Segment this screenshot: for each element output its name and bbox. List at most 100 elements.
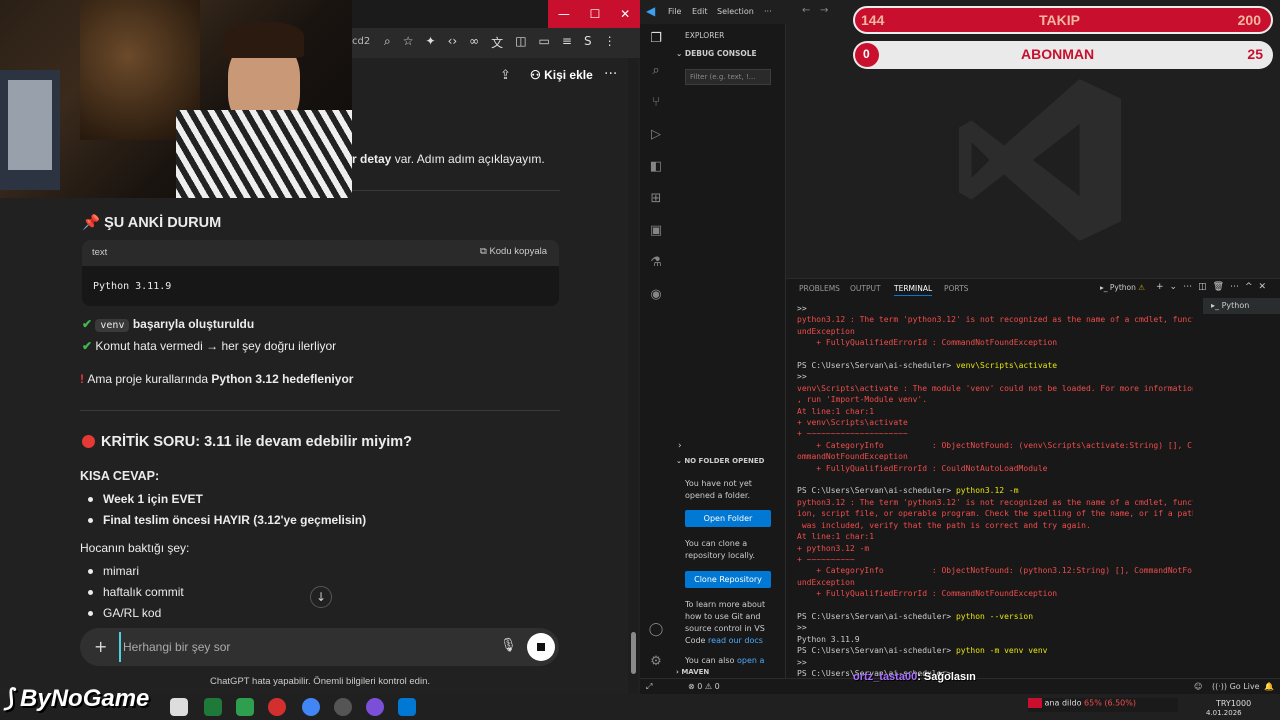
opera-icon[interactable] xyxy=(268,698,286,716)
cast-icon[interactable]: ▭ xyxy=(539,34,550,51)
chrome-icon[interactable] xyxy=(302,698,320,716)
warning-icon: ⚠ xyxy=(1135,283,1146,292)
search-icon[interactable]: ⌕ xyxy=(384,34,391,51)
inline-code: venv xyxy=(95,319,130,332)
open-a-link[interactable]: open a xyxy=(737,656,764,665)
date: 4.01.2026 xyxy=(1206,709,1242,717)
composer: + Herhangi bir şey sor 🎙 xyxy=(80,628,559,666)
tab-ports[interactable]: PORTS xyxy=(944,284,968,293)
star-icon[interactable]: ☆ xyxy=(403,34,414,51)
code-icon[interactable]: ‹› xyxy=(448,34,458,51)
store-icon[interactable] xyxy=(236,698,254,716)
chevron-right-icon[interactable]: › xyxy=(678,441,682,451)
check-icon: ✔ xyxy=(82,339,96,353)
filter-input[interactable]: Filter (e.g. text, !... xyxy=(685,69,771,85)
check-item: ✔ Komut hata vermedi → her şey doğru ile… xyxy=(82,339,337,353)
forward-icon[interactable]: → xyxy=(820,5,828,16)
vscode-watermark-icon xyxy=(959,79,1121,241)
terminal-list-item[interactable]: ▸_ Python xyxy=(1203,298,1280,314)
menu-file[interactable]: File xyxy=(668,7,681,16)
tab-problems[interactable]: PROBLEMS xyxy=(799,284,840,293)
menu-more[interactable]: ··· xyxy=(764,7,772,16)
copilot-icon[interactable]: ☺ xyxy=(1194,682,1202,691)
maximize-icon[interactable]: ☐ xyxy=(590,7,601,21)
also-text: You can also open a xyxy=(685,656,765,665)
search-taskbar-icon[interactable] xyxy=(170,698,188,716)
follow-count: 144 xyxy=(861,12,885,28)
remote-icon[interactable]: ◧ xyxy=(648,159,664,175)
more-options-icon[interactable]: ··· xyxy=(604,66,617,82)
explorer-title: EXPLORER xyxy=(685,31,725,40)
github-icon[interactable]: ◉ xyxy=(648,287,664,303)
menu-selection[interactable]: Selection xyxy=(717,7,754,16)
stream-chat-message: ortz_tasta00: Sağolasın xyxy=(853,671,976,683)
close-icon[interactable]: ✕ xyxy=(620,7,630,21)
microphone-icon[interactable]: 🎙 xyxy=(500,638,517,653)
chat-icon[interactable]: ▣ xyxy=(648,223,664,239)
add-person-button[interactable]: ⚇ Kişi ekle xyxy=(530,68,593,82)
link-icon[interactable]: ∞ xyxy=(469,34,479,51)
terminal-line: + ~~~~~~~~~~ xyxy=(797,554,855,564)
problems-status[interactable]: ⊗ 0 ⚠ 0 xyxy=(688,682,720,691)
screenshot-icon[interactable]: ◫ xyxy=(515,34,526,51)
plus-icon[interactable]: + xyxy=(94,637,107,656)
clone-repository-button[interactable]: Clone Repository xyxy=(685,571,771,588)
app-icon[interactable]: S xyxy=(584,34,592,51)
source-control-icon[interactable]: ⑂ xyxy=(648,95,664,111)
list-item: mimari xyxy=(88,564,139,578)
no-folder-header[interactable]: ⌄ NO FOLDER OPENED xyxy=(676,457,764,465)
url-text[interactable]: cd2 xyxy=(352,36,370,47)
share-icon[interactable]: ⇪ xyxy=(500,68,511,83)
extensions-icon[interactable]: ⊞ xyxy=(648,191,664,207)
remote-indicator-icon[interactable]: ⤢ xyxy=(646,682,652,692)
testing-icon[interactable]: ⚗ xyxy=(648,255,664,271)
terminal-line: >> xyxy=(797,657,807,667)
stop-button[interactable] xyxy=(527,633,555,661)
menu-icon[interactable]: ⋮ xyxy=(604,34,616,51)
chat-input[interactable]: Herhangi bir şey sor xyxy=(123,640,230,654)
extensions-icon[interactable]: ✦ xyxy=(426,34,436,51)
app-taskbar-icon[interactable] xyxy=(204,698,222,716)
debug-console-header[interactable]: ⌄ DEBUG CONSOLE xyxy=(676,49,757,58)
terminal-line: python3.12 : The term 'python3.12' is no… xyxy=(797,315,1193,325)
account-icon[interactable]: ◯ xyxy=(648,622,664,638)
error-icon: ⊗ xyxy=(688,682,698,691)
scrollbar[interactable] xyxy=(628,58,638,694)
search-icon[interactable]: ⌕ xyxy=(648,63,664,79)
copy-code-button[interactable]: ⧉ Kodu kopyala xyxy=(480,246,547,257)
bell-icon[interactable]: 🔔 xyxy=(1264,682,1274,691)
terminal-line: ion, script file, or operable program. C… xyxy=(797,509,1193,519)
pin-icon: 📌 xyxy=(82,215,105,231)
tab-output[interactable]: OUTPUT xyxy=(850,284,881,293)
stream-icon[interactable]: ≡ xyxy=(562,34,572,51)
read-docs-link[interactable]: read our docs xyxy=(708,636,763,645)
sub-count: 0 xyxy=(863,47,870,61)
terminal-output[interactable]: >> python3.12 : The term 'python3.12' is … xyxy=(797,303,1193,678)
terminal-selector[interactable]: ▸_ Python ⚠ xyxy=(1100,283,1145,292)
run-debug-icon[interactable]: ▷ xyxy=(648,127,664,143)
vscode-taskbar-icon[interactable] xyxy=(398,698,416,716)
maven-header[interactable]: › MAVEN xyxy=(676,668,709,676)
back-icon[interactable]: ← xyxy=(802,5,810,16)
menu-edit[interactable]: Edit xyxy=(692,7,708,16)
tab-terminal[interactable]: TERMINAL xyxy=(894,284,933,296)
files-icon[interactable]: ❐ xyxy=(648,31,664,47)
minimize-icon[interactable]: — xyxy=(558,7,570,21)
go-live-button[interactable]: ((·)) Go Live xyxy=(1212,682,1260,691)
short-answer-label: KISA CEVAP: xyxy=(80,469,160,483)
terminal-line: + FullyQualifiedErrorId : CommandNotFoun… xyxy=(797,338,1058,348)
translate-icon[interactable]: 文 xyxy=(491,34,503,51)
terminal-actions[interactable]: +⌄⋯◫🗑⋯^✕ xyxy=(1156,282,1272,292)
learn-text: To learn more about how to use Git and sou… xyxy=(685,600,766,645)
settings-gear-icon[interactable]: ⚙ xyxy=(648,654,664,670)
steam-icon[interactable] xyxy=(334,698,352,716)
terminal-line: venv\Scripts\activate : The module 'venv… xyxy=(797,383,1193,393)
discord-icon[interactable] xyxy=(366,698,384,716)
scrollbar-thumb[interactable] xyxy=(631,632,636,674)
terminal-line: + python3.12 -m xyxy=(797,543,870,553)
webcam-overlay xyxy=(0,0,352,198)
scroll-down-button[interactable]: ↓ xyxy=(310,586,332,608)
terminal-line: + venv\Scripts\activate xyxy=(797,418,908,428)
terminal-line: was included, verify that the path is co… xyxy=(797,520,1091,530)
open-folder-button[interactable]: Open Folder xyxy=(685,510,771,527)
